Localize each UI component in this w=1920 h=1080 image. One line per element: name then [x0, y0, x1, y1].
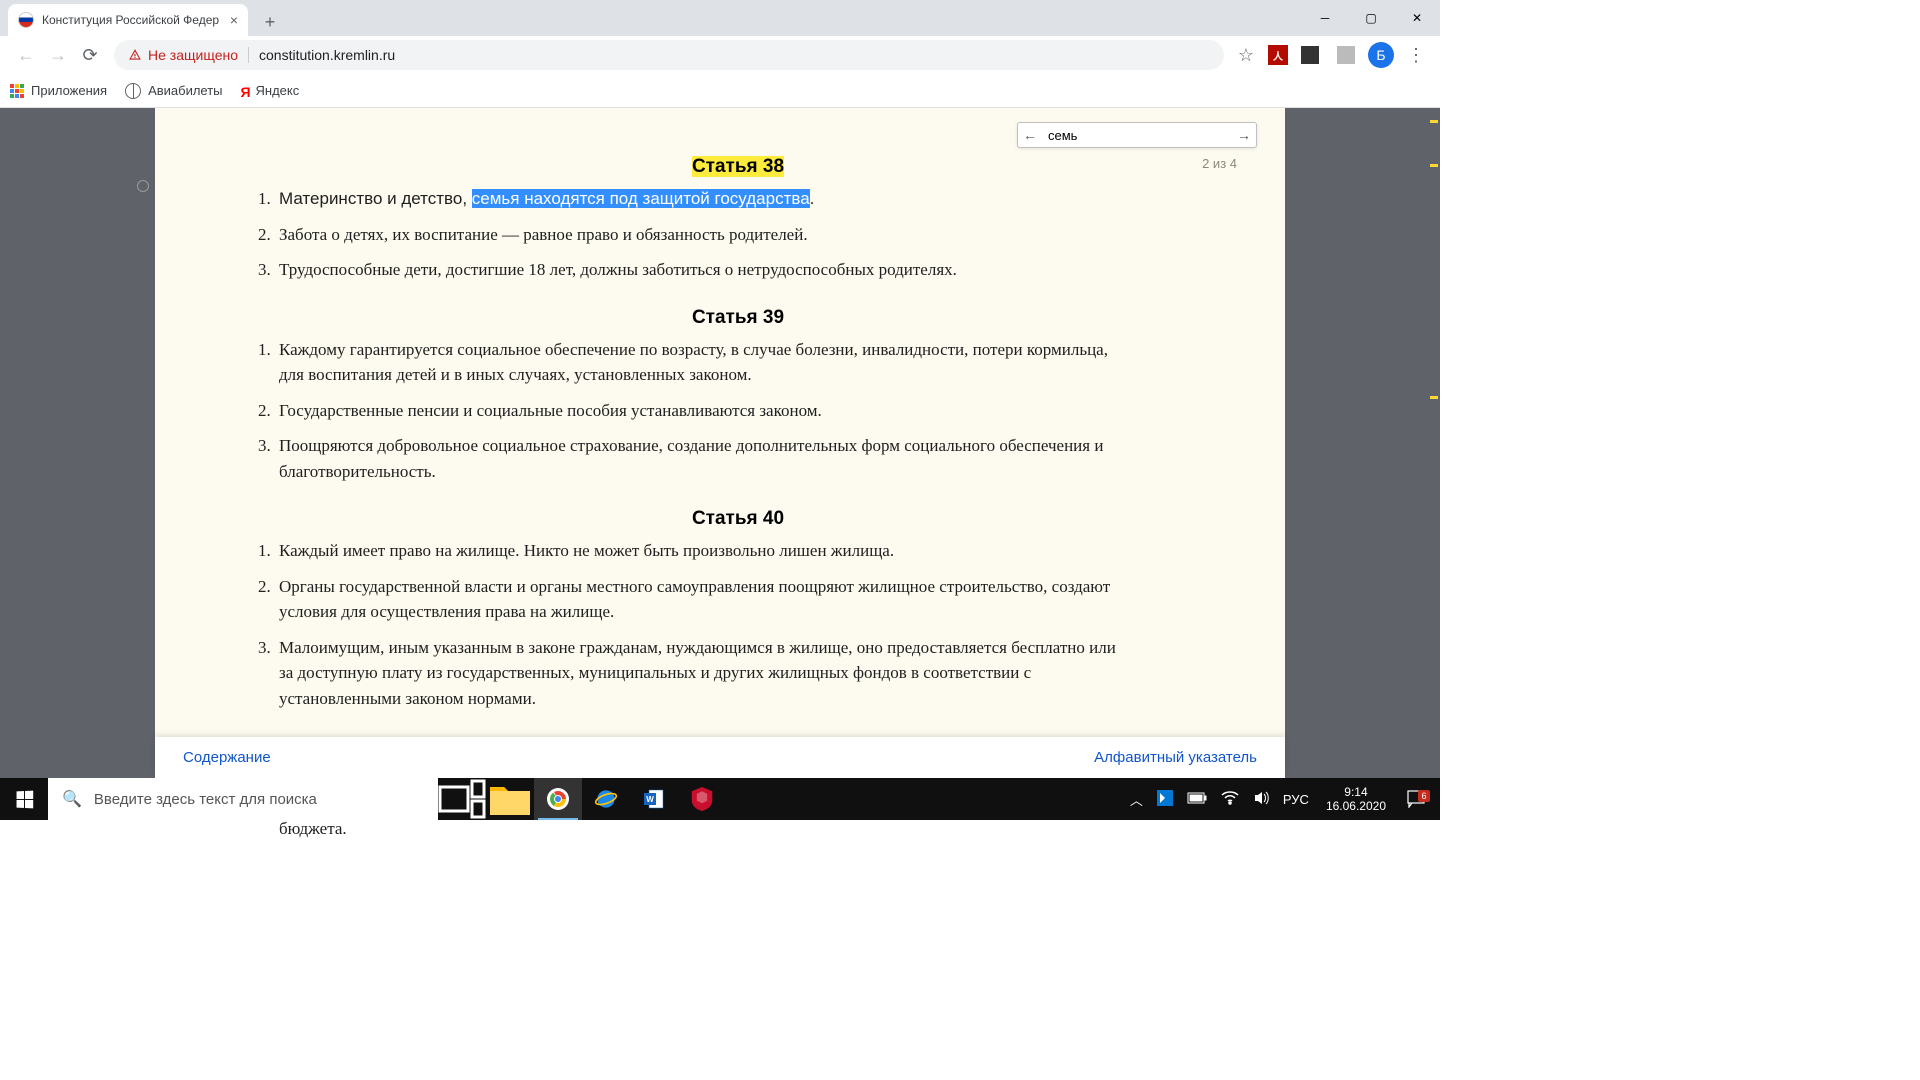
ie-icon: [593, 786, 619, 812]
list-item: Поощряются добровольное социальное страх…: [275, 433, 1131, 484]
article-heading: Статья 38: [251, 156, 1225, 178]
adobe-extension-icon[interactable]: 人: [1268, 45, 1288, 65]
task-view-icon: [438, 779, 486, 819]
tab-title: Конституция Российской Федер: [42, 13, 224, 27]
warning-icon: [128, 48, 142, 62]
clock[interactable]: 9:14 16.06.2020: [1316, 785, 1396, 814]
battery-icon[interactable]: [1180, 792, 1214, 807]
system-tray: ︿ РУС 9:14 16.06.2020 6: [1123, 778, 1440, 820]
search-placeholder: Введите здесь текст для поиска: [94, 791, 317, 808]
browser-tab[interactable]: Конституция Российской Федер ×: [8, 4, 248, 36]
taskbar: 🔍 Введите здесь текст для поиска W ︿ РУС…: [0, 778, 1440, 820]
notification-badge: 6: [1418, 790, 1430, 802]
bookmark-label: Приложения: [31, 83, 107, 98]
minimize-button[interactable]: ─: [1302, 0, 1348, 36]
security-label: Не защищено: [148, 47, 238, 63]
task-view-button[interactable]: [438, 778, 486, 820]
taskbar-search[interactable]: 🔍 Введите здесь текст для поиска: [48, 778, 438, 820]
scroll-marker: [1430, 164, 1438, 167]
alpha-index-link[interactable]: Алфавитный указатель: [1094, 749, 1257, 766]
address-bar: ← → ⟳ Не защищено constitution.kremlin.r…: [0, 36, 1440, 74]
new-tab-button[interactable]: +: [256, 8, 284, 36]
article-heading: Статья 39: [251, 307, 1225, 329]
tab-bar: Конституция Российской Федер × + ─ ▢ ✕: [0, 0, 1440, 36]
profile-avatar[interactable]: Б: [1368, 42, 1394, 68]
list-item: Малоимущим, иным указанным в законе граж…: [275, 635, 1131, 712]
favicon-icon: [18, 12, 34, 28]
bookmark-yandex[interactable]: Я Яндекс: [241, 83, 300, 98]
find-input[interactable]: [1042, 124, 1232, 147]
scroll-marker: [1430, 120, 1438, 123]
article-heading: Статья 40: [251, 508, 1225, 530]
find-next-button[interactable]: →: [1232, 123, 1256, 147]
back-button[interactable]: ←: [10, 39, 42, 71]
security-chip[interactable]: Не защищено: [128, 47, 249, 63]
svg-text:W: W: [646, 795, 654, 804]
word-icon: W: [642, 787, 666, 811]
window-controls: ─ ▢ ✕: [1302, 0, 1440, 36]
word-button[interactable]: W: [630, 778, 678, 820]
toc-link[interactable]: Содержание: [183, 749, 271, 766]
folder-icon: [486, 779, 534, 819]
find-counter: 2 из 4: [1202, 156, 1237, 171]
notification-button[interactable]: 6: [1396, 790, 1436, 808]
selected-text: семья находятся под защитой государства: [472, 189, 810, 208]
list-item: Органы государственной власти и органы м…: [275, 574, 1131, 625]
bookmark-star-icon[interactable]: ☆: [1232, 41, 1260, 69]
time-label: 9:14: [1326, 785, 1386, 799]
close-tab-icon[interactable]: ×: [230, 12, 238, 28]
close-window-button[interactable]: ✕: [1394, 0, 1440, 36]
list-item: Материнство и детство, семья находятся п…: [275, 186, 1131, 212]
maximize-button[interactable]: ▢: [1348, 0, 1394, 36]
scroll-marker: [1430, 396, 1438, 399]
wifi-icon[interactable]: [1214, 791, 1246, 808]
globe-icon: [125, 83, 141, 99]
page-content: ← → 2 из 4 Статья 38 Материнство и детст…: [155, 108, 1285, 778]
page-viewport: ← → 2 из 4 Статья 38 Материнство и детст…: [0, 108, 1440, 778]
ie-button[interactable]: [582, 778, 630, 820]
bookmark-label: Авиабилеты: [148, 83, 222, 98]
volume-icon[interactable]: [1246, 790, 1276, 809]
file-explorer-button[interactable]: [486, 778, 534, 820]
chrome-button[interactable]: [534, 778, 582, 820]
language-indicator[interactable]: РУС: [1276, 792, 1316, 807]
mcafee-button[interactable]: [678, 778, 726, 820]
extension-icon-2[interactable]: [1332, 41, 1360, 69]
list-item: Забота о детях, их воспитание — равное п…: [275, 222, 1131, 248]
date-label: 16.06.2020: [1326, 799, 1386, 813]
windows-icon: [16, 790, 33, 808]
apps-icon: [10, 84, 24, 98]
page-footer: Содержание Алфавитный указатель: [155, 737, 1285, 778]
reload-button[interactable]: ⟳: [74, 39, 106, 71]
menu-button[interactable]: ⋮: [1402, 41, 1430, 69]
start-button[interactable]: [0, 778, 48, 820]
radio-icon[interactable]: [137, 180, 149, 192]
mcafee-icon: [691, 787, 713, 811]
tray-app-icon[interactable]: [1150, 790, 1180, 809]
url-text: constitution.kremlin.ru: [259, 47, 395, 63]
list-item: Государственные пенсии и социальные посо…: [275, 398, 1131, 424]
bookmarks-bar: Приложения Авиабилеты Я Яндекс: [0, 74, 1440, 108]
find-prev-button[interactable]: ←: [1018, 123, 1042, 147]
yandex-icon: Я: [241, 84, 249, 98]
bookmark-label: Яндекс: [256, 83, 300, 98]
forward-button[interactable]: →: [42, 39, 74, 71]
find-bar: ← →: [1017, 122, 1257, 148]
bookmark-tickets[interactable]: Авиабилеты: [125, 83, 222, 99]
apps-shortcut[interactable]: Приложения: [10, 83, 107, 98]
tray-chevron-icon[interactable]: ︿: [1123, 790, 1150, 809]
list-item: Каждому гарантируется социальное обеспеч…: [275, 337, 1131, 388]
list-item: Каждый имеет право на жилище. Никто не м…: [275, 538, 1131, 564]
extension-icon[interactable]: [1296, 41, 1324, 69]
list-item: Трудоспособные дети, достигшие 18 лет, д…: [275, 257, 1131, 283]
search-icon: 🔍: [62, 789, 82, 809]
omnibox[interactable]: Не защищено constitution.kremlin.ru: [114, 40, 1224, 70]
chrome-icon: [546, 787, 570, 811]
